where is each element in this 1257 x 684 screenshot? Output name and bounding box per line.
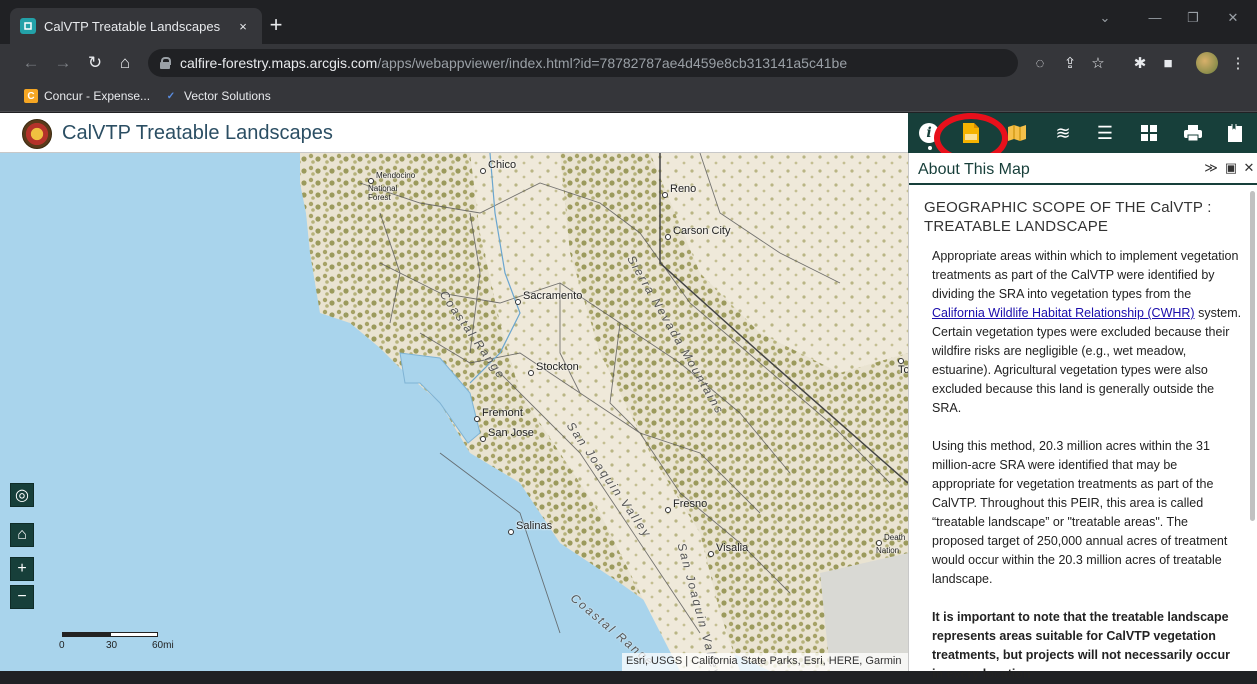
print-icon[interactable]: [1176, 113, 1210, 153]
scale-label: 0: [59, 640, 65, 651]
map-view[interactable]: Chico Reno Carson City Sacramento Stockt…: [0, 153, 908, 671]
minimize-icon[interactable]: —: [1140, 10, 1170, 25]
restore-icon[interactable]: ❐: [1178, 10, 1208, 26]
bookmark-icon[interactable]: [1218, 113, 1252, 153]
scale-label: 60mi: [152, 640, 174, 651]
url-host: calfire-forestry.maps.arcgis.com: [180, 55, 378, 71]
zoom-out-button[interactable]: −: [10, 585, 34, 609]
menu-icon[interactable]: ⋮: [1228, 54, 1248, 74]
bookmark-concur[interactable]: C Concur - Expense...: [24, 89, 150, 103]
reload-icon[interactable]: ↻: [84, 52, 106, 74]
bookmarks-bar: C Concur - Expense... ✓ Vector Solutions: [0, 82, 1257, 112]
bookmark-label: Concur - Expense...: [44, 89, 151, 103]
collapse-icon[interactable]: ≫: [1203, 160, 1219, 176]
city-label: Fresno: [665, 498, 707, 513]
city-label: Stockton: [528, 361, 579, 376]
bookmark-label: Vector Solutions: [184, 89, 271, 103]
extensions-icon[interactable]: ✱: [1130, 54, 1150, 74]
tab-search-icon[interactable]: ⌄: [1090, 10, 1120, 26]
basemap: [300, 153, 908, 671]
scale-label: 30: [106, 640, 118, 651]
bookmark-vector-solutions[interactable]: ✓ Vector Solutions: [164, 89, 271, 103]
url-path: /apps/webappviewer/index.html?id=7878278…: [377, 55, 848, 71]
locate-icon[interactable]: ◎: [10, 483, 34, 507]
back-icon[interactable]: ←: [20, 52, 42, 74]
about-panel: About This Map ≫ ▣ ✕ GEOGRAPHIC SCOPE OF…: [908, 153, 1257, 681]
calfire-logo: [22, 119, 52, 149]
new-tab-button[interactable]: +: [262, 12, 290, 40]
home-icon[interactable]: ⌂: [114, 52, 136, 74]
address-bar[interactable]: calfire-forestry.maps.arcgis.com /apps/w…: [148, 49, 1018, 77]
city-label: Fremont: [474, 407, 523, 422]
forest-label: Mendocino National Forest: [368, 171, 418, 202]
vector-solutions-icon: ✓: [166, 90, 176, 102]
side-panel-icon[interactable]: ■: [1158, 54, 1178, 74]
arcgis-favicon-icon: [20, 18, 36, 34]
panel-scrollbar[interactable]: [1250, 191, 1255, 521]
browser-tab[interactable]: CalVTP Treatable Landscapes ×: [10, 8, 262, 44]
legend-icon[interactable]: ☰: [1088, 113, 1122, 153]
city-label-partial: Tc: [898, 349, 908, 376]
tracking-protection-icon[interactable]: ◌: [1030, 54, 1050, 74]
section-heading: GEOGRAPHIC SCOPE OF THE CalVTP : TREATAB…: [924, 199, 1212, 235]
zoom-in-button[interactable]: +: [10, 557, 34, 581]
forward-icon[interactable]: →: [52, 52, 74, 74]
profile-avatar[interactable]: [1196, 52, 1218, 74]
map-icon[interactable]: [1000, 113, 1034, 153]
paragraph-text: system. Certain vegetation types were ex…: [932, 306, 1242, 415]
close-window-icon[interactable]: ✕: [1218, 10, 1248, 26]
panel-title: About This Map: [918, 161, 1030, 178]
layers-icon[interactable]: ≋: [1046, 113, 1080, 153]
home-extent-icon[interactable]: ⌂: [10, 523, 34, 547]
basemap-gallery-icon[interactable]: [1132, 113, 1166, 153]
scale-segment: [110, 632, 158, 637]
city-label: San Jose: [480, 427, 534, 442]
paragraph-2: Using this method, 20.3 million acres wi…: [932, 439, 1228, 586]
city-label: Carson City: [665, 225, 730, 240]
tab-title: CalVTP Treatable Landscapes: [44, 18, 221, 34]
city-label: Reno: [662, 183, 696, 198]
widget-toolbar: i ≋ ☰: [908, 113, 1257, 153]
browser-toolbar: ← → ↻ ⌂ calfire-forestry.maps.arcgis.com…: [0, 44, 1257, 82]
active-indicator: [928, 146, 932, 150]
panel-header: About This Map ≫ ▣ ✕: [909, 153, 1257, 185]
close-tab-icon[interactable]: ×: [234, 19, 252, 34]
scale-segment: [62, 632, 110, 637]
paragraph-text: Appropriate areas within which to implem…: [932, 249, 1239, 301]
shapefile-icon[interactable]: [954, 113, 988, 153]
city-label: Sacramento: [515, 290, 582, 305]
paragraph-1: Appropriate areas within which to implem…: [932, 247, 1242, 418]
city-label: Chico: [480, 159, 516, 174]
close-panel-icon[interactable]: ✕: [1241, 160, 1257, 176]
info-icon[interactable]: i: [912, 113, 946, 153]
maximize-icon[interactable]: ▣: [1223, 160, 1239, 176]
concur-icon: C: [24, 89, 38, 103]
lock-icon: [160, 57, 171, 69]
panel-content: GEOGRAPHIC SCOPE OF THE CalVTP : TREATAB…: [924, 198, 1242, 684]
share-icon[interactable]: ⇪: [1060, 54, 1080, 74]
city-label: Salinas: [508, 520, 552, 535]
browser-tab-bar: CalVTP Treatable Landscapes × + ⌄ — ❐ ✕: [0, 0, 1257, 44]
park-label: Death Nation: [876, 533, 908, 555]
app-title: CalVTP Treatable Landscapes: [62, 122, 333, 144]
paragraph-3: It is important to note that the treatab…: [932, 610, 1231, 681]
bookmark-star-icon[interactable]: ☆: [1088, 54, 1108, 74]
cwhr-link[interactable]: California Wildlife Habitat Relationship…: [932, 306, 1195, 320]
map-attribution[interactable]: Esri, USGS | California State Parks, Esr…: [622, 653, 908, 671]
city-label: Visalia: [708, 542, 748, 557]
